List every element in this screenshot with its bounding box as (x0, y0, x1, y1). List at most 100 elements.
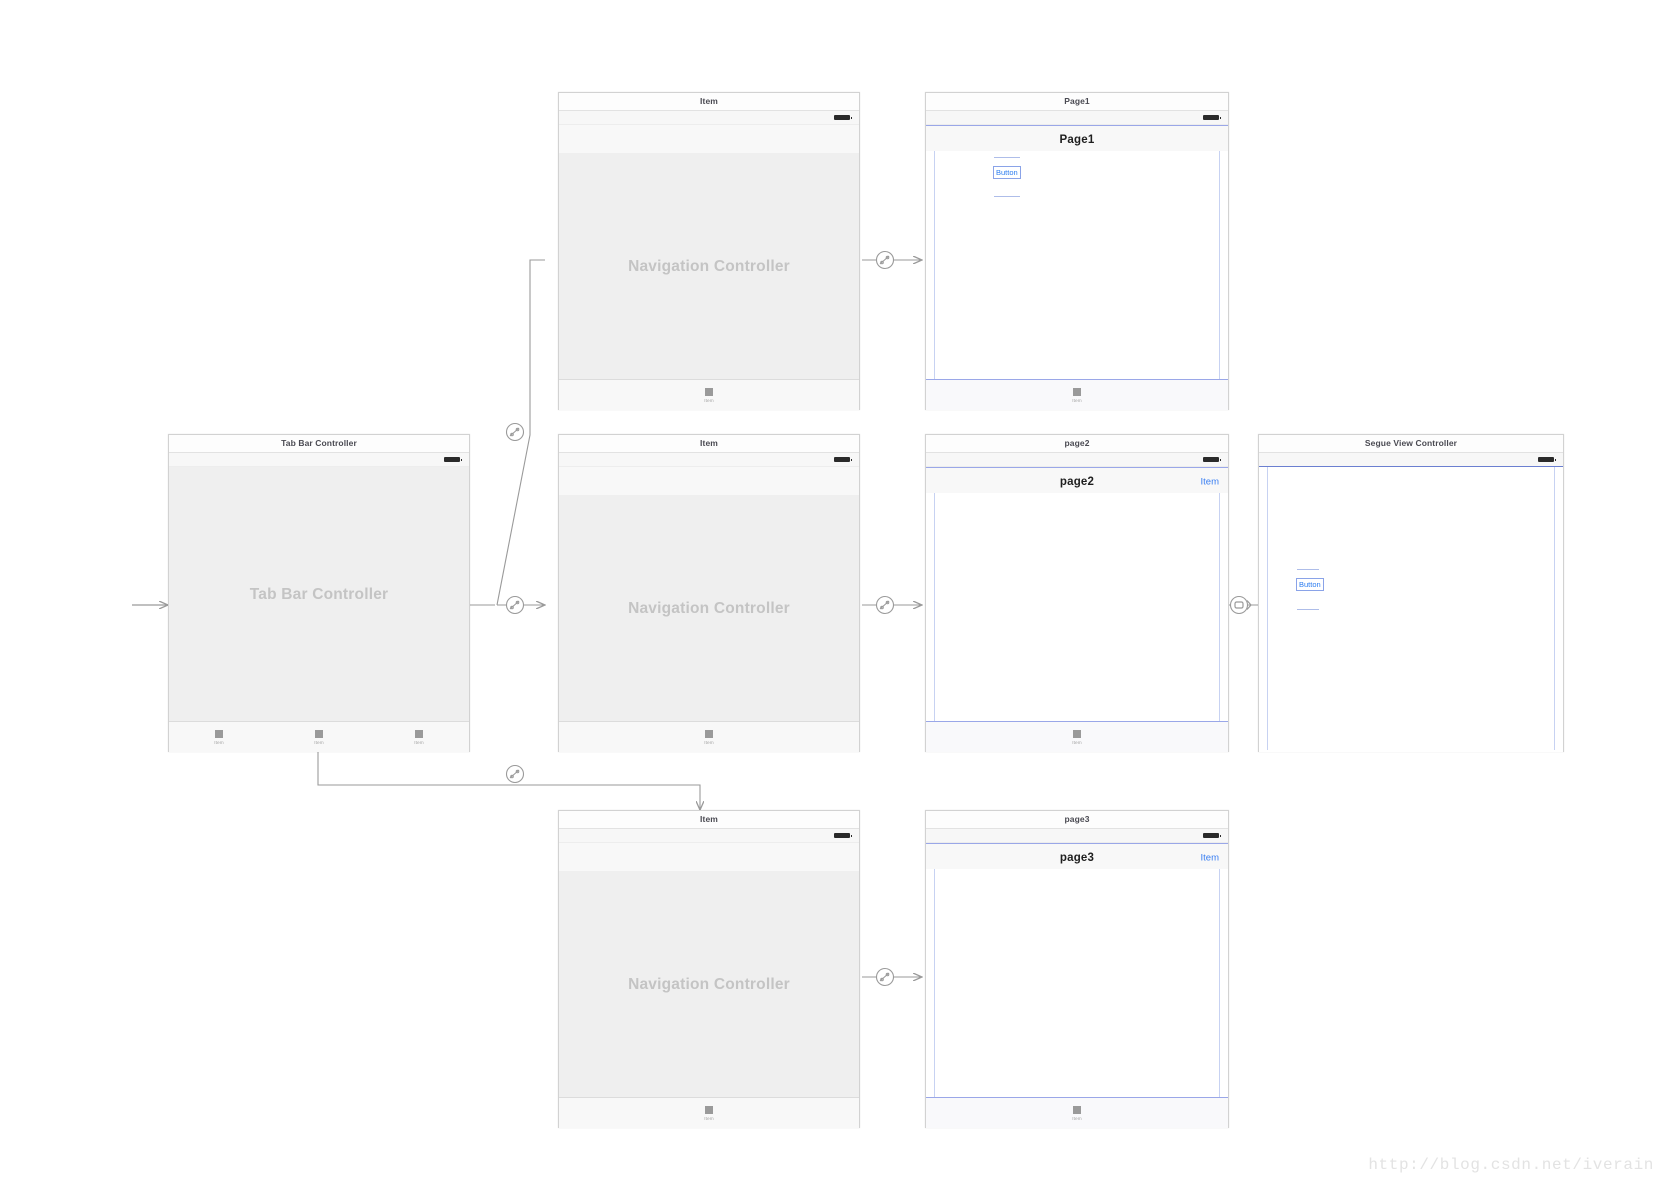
tab-bar-item-label: Item (1072, 397, 1082, 403)
device-frame-tab-bar-controller: Tab Bar Controller Item Item Item (169, 453, 469, 752)
tab-item-square-icon (705, 1105, 713, 1114)
tab-bar-item-1[interactable]: Item (559, 1105, 859, 1121)
placeholder-label-navigation-controller-1: Navigation Controller (628, 257, 790, 275)
leading-layout-guide (934, 493, 935, 726)
tab-item-square-icon (1073, 729, 1081, 738)
placeholder-body-navigation-controller-3: Navigation Controller (559, 871, 859, 1098)
status-bar (926, 829, 1228, 843)
tab-bar-item-1[interactable]: Item (926, 1105, 1228, 1121)
scene-title-navigation-controller-3: Item (559, 811, 859, 829)
leading-layout-guide (934, 151, 935, 384)
scene-title-page1: Page1 (926, 93, 1228, 111)
constraint-top[interactable] (994, 157, 1020, 158)
placeholder-navigation-bar (559, 467, 859, 496)
status-bar (169, 453, 469, 467)
trailing-layout-guide (1219, 869, 1220, 1102)
battery-icon (1203, 115, 1221, 120)
constraint-top[interactable] (1297, 569, 1319, 570)
button-segue-view-controller[interactable]: Button (1296, 578, 1324, 591)
relationship-segue-icon-2[interactable] (504, 594, 526, 616)
tab-bar[interactable]: Item (559, 379, 859, 410)
tab-bar[interactable]: Item Item Item (169, 721, 469, 752)
scene-title-navigation-controller-2: Item (559, 435, 859, 453)
show-segue-icon-2[interactable] (874, 594, 896, 616)
tab-bar-item-1[interactable]: Item (926, 729, 1228, 745)
tab-bar-item-label: Item (214, 739, 224, 745)
tab-item-square-icon (215, 729, 223, 738)
scene-tab-bar-controller[interactable]: Tab Bar Controller Tab Bar Controller It… (168, 434, 470, 752)
navigation-bar-title: Page1 (1059, 133, 1095, 146)
scene-page1[interactable]: Page1 Page1 Button Item (925, 92, 1229, 410)
tab-bar-item-1[interactable]: Item (926, 387, 1228, 403)
battery-icon (834, 833, 852, 838)
tab-bar-item-label: Item (1072, 739, 1082, 745)
device-frame-page1: Page1 Button Item (926, 111, 1228, 410)
tab-bar-item-3[interactable]: Item (369, 729, 469, 745)
placeholder-label-navigation-controller-3: Navigation Controller (628, 975, 790, 993)
content-view-page3 (926, 869, 1228, 1102)
device-frame-navigation-controller-3: Navigation Controller Item (559, 829, 859, 1128)
navigation-bar-title: page3 (1059, 851, 1095, 864)
placeholder-navigation-bar (559, 125, 859, 154)
content-view-page2 (926, 493, 1228, 726)
present-modally-segue-icon[interactable] (1228, 594, 1252, 616)
placeholder-label-tab-bar-controller: Tab Bar Controller (249, 585, 389, 603)
placeholder-body-navigation-controller-1: Navigation Controller (559, 153, 859, 380)
watermark-text: http://blog.csdn.net/iverain (1368, 1156, 1654, 1174)
tab-item-square-icon (1073, 387, 1081, 396)
battery-icon (444, 457, 462, 462)
tab-bar-item-1[interactable]: Item (559, 729, 859, 745)
status-bar (559, 453, 859, 467)
navigation-bar-right-item[interactable]: Item (1201, 852, 1219, 863)
constraint-bottom[interactable] (1297, 609, 1319, 610)
button-page1[interactable]: Button (993, 166, 1021, 179)
placeholder-body-navigation-controller-2: Navigation Controller (559, 495, 859, 722)
device-frame-segue-view-controller: Button (1259, 453, 1563, 752)
scene-title-segue-view-controller: Segue View Controller (1259, 435, 1563, 453)
tab-bar[interactable]: Item (559, 1097, 859, 1128)
constraint-bottom[interactable] (994, 196, 1020, 197)
battery-icon (834, 457, 852, 462)
navigation-bar-page3[interactable]: page3 Item (926, 843, 1228, 872)
show-segue-icon-1[interactable] (874, 249, 896, 271)
tab-bar-item-label: Item (314, 739, 324, 745)
placeholder-body-tab-bar-controller: Tab Bar Controller (169, 467, 469, 722)
scene-navigation-controller-1[interactable]: Item Navigation Controller Item (558, 92, 860, 410)
scene-page2[interactable]: page2 page2 Item Item (925, 434, 1229, 752)
device-frame-navigation-controller-1: Navigation Controller Item (559, 111, 859, 410)
scene-navigation-controller-3[interactable]: Item Navigation Controller Item (558, 810, 860, 1128)
tab-bar-item-1[interactable]: Item (559, 387, 859, 403)
tab-bar-item-2[interactable]: Item (269, 729, 369, 745)
tab-bar-page3[interactable]: Item (926, 1097, 1228, 1128)
storyboard-canvas[interactable]: Tab Bar Controller Tab Bar Controller It… (0, 0, 1672, 1186)
relationship-segue-icon-3[interactable] (504, 763, 526, 785)
battery-icon (834, 115, 852, 120)
navigation-bar-title: page2 (1059, 475, 1095, 488)
tab-bar-item-1[interactable]: Item (169, 729, 269, 745)
leading-layout-guide (934, 869, 935, 1102)
tab-bar-page2[interactable]: Item (926, 721, 1228, 752)
leading-layout-guide (1267, 467, 1268, 750)
tab-bar-page1[interactable]: Item (926, 379, 1228, 410)
battery-icon (1203, 457, 1221, 462)
status-bar (559, 111, 859, 125)
scene-segue-view-controller[interactable]: Segue View Controller Button (1258, 434, 1564, 752)
scene-navigation-controller-2[interactable]: Item Navigation Controller Item (558, 434, 860, 752)
trailing-layout-guide (1219, 493, 1220, 726)
tab-item-square-icon (315, 729, 323, 738)
placeholder-navigation-bar (559, 843, 859, 872)
status-bar (926, 453, 1228, 467)
scene-page3[interactable]: page3 page3 Item Item (925, 810, 1229, 1128)
tab-item-square-icon (415, 729, 423, 738)
navigation-bar-right-item[interactable]: Item (1201, 476, 1219, 487)
trailing-layout-guide (1554, 467, 1555, 750)
battery-icon (1538, 457, 1556, 462)
tab-bar-item-label: Item (704, 1115, 714, 1121)
tab-bar[interactable]: Item (559, 721, 859, 752)
device-frame-page2: page2 Item Item (926, 453, 1228, 752)
tab-item-square-icon (705, 387, 713, 396)
show-segue-icon-3[interactable] (874, 966, 896, 988)
relationship-segue-icon-1[interactable] (504, 421, 526, 443)
navigation-bar-page1[interactable]: Page1 (926, 125, 1228, 154)
navigation-bar-page2[interactable]: page2 Item (926, 467, 1228, 496)
